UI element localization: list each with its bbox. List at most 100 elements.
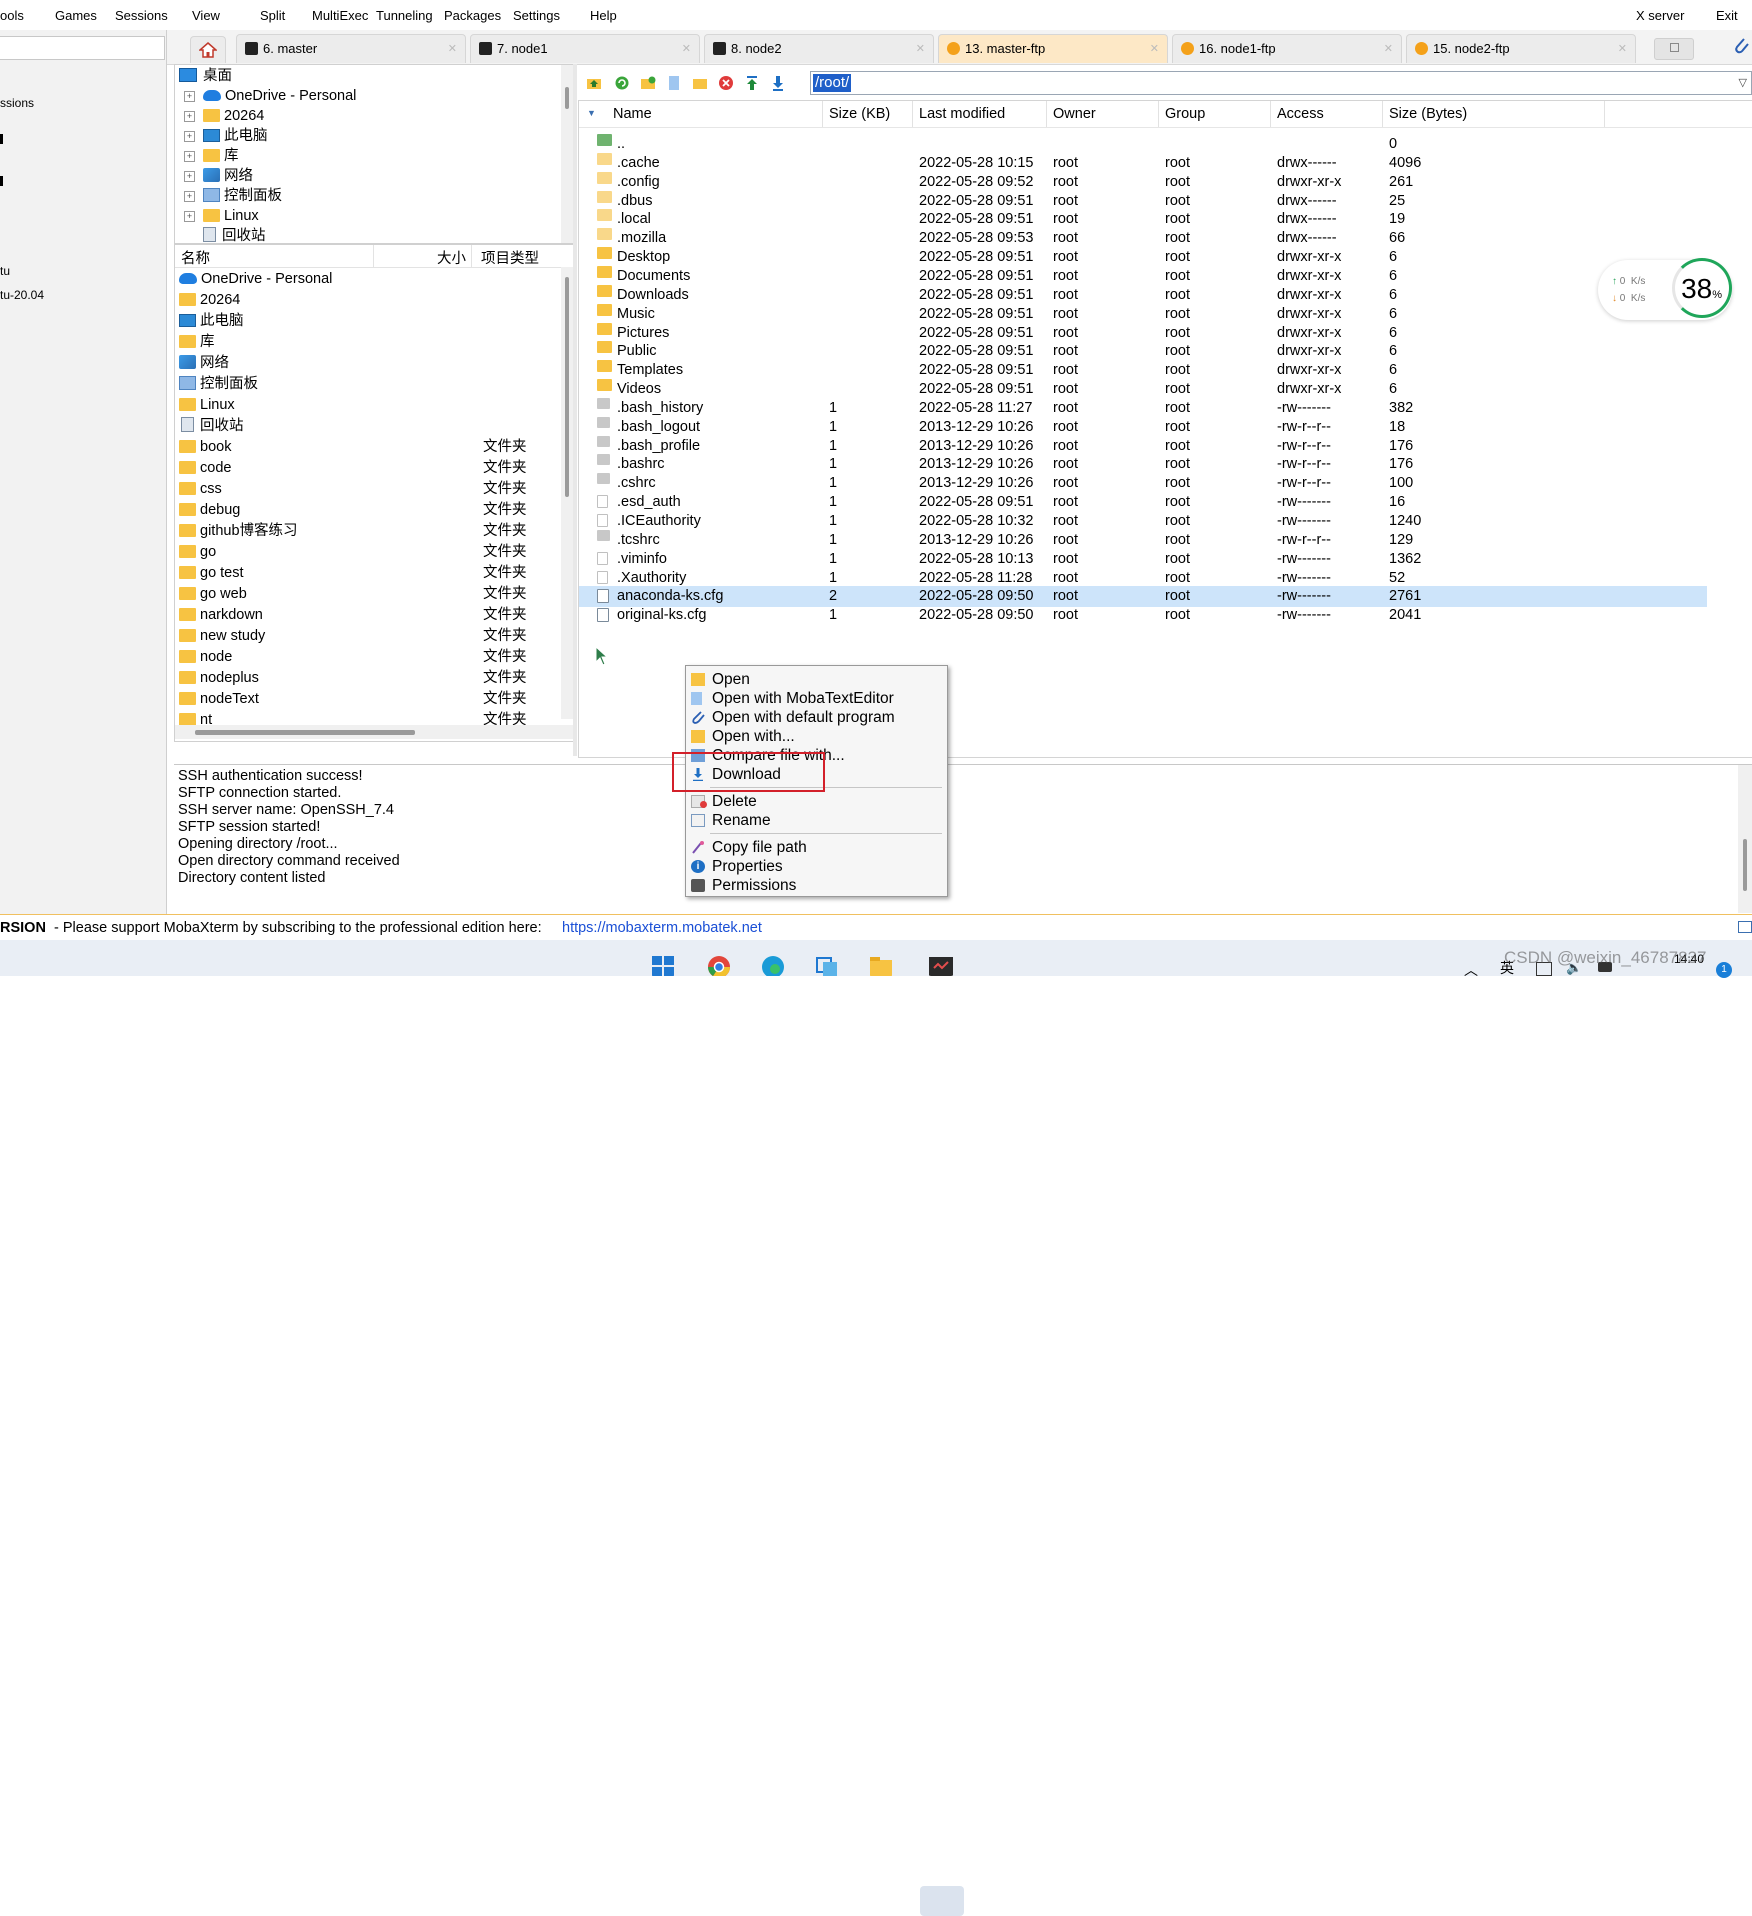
header-size-bytes[interactable]: Size (Bytes) xyxy=(1383,101,1605,127)
header-owner[interactable]: Owner xyxy=(1047,101,1159,127)
remote-file-row[interactable]: .bash_profile 1 2013-12-29 10:26 root root -r… xyxy=(579,435,1707,457)
monitor-icon[interactable] xyxy=(1738,921,1752,933)
local-list-item[interactable]: go web 文件夹 xyxy=(179,584,569,605)
chrome-icon[interactable] xyxy=(706,954,732,976)
expand-icon[interactable]: + xyxy=(184,131,195,142)
menu-view[interactable]: View xyxy=(192,8,220,23)
windows-start-icon[interactable] xyxy=(650,954,676,976)
mobaxterm-link[interactable]: https://mobaxterm.mobatek.net xyxy=(562,920,762,936)
scrollbar-thumb[interactable] xyxy=(565,87,569,109)
local-list-item[interactable]: book 文件夹 xyxy=(179,437,569,458)
menu-split[interactable]: Split xyxy=(260,8,285,23)
pane-splitter[interactable] xyxy=(573,64,577,756)
menu-item-properties[interactable]: i Properties xyxy=(686,857,947,876)
remote-file-row[interactable]: .bash_logout 1 2013-12-29 10:26 root root -rw… xyxy=(579,416,1707,438)
new-tab-button[interactable] xyxy=(1654,38,1694,60)
menu-item-rename[interactable]: Rename xyxy=(686,811,947,830)
expand-icon[interactable]: + xyxy=(184,111,195,122)
menu-settings[interactable]: Settings xyxy=(513,8,560,23)
upload-icon[interactable] xyxy=(744,75,760,91)
header-group[interactable]: Group xyxy=(1159,101,1271,127)
parent-folder-icon[interactable] xyxy=(586,75,602,91)
header-size[interactable]: 大小 xyxy=(437,247,466,268)
remote-file-row[interactable]: anaconda-ks.cfg 2 2022-05-28 09:50 root root… xyxy=(579,586,1707,608)
chevron-down-icon[interactable]: ▽ xyxy=(1739,76,1747,89)
local-list-item[interactable]: node 文件夹 xyxy=(179,647,569,668)
log-scrollbar[interactable] xyxy=(1738,765,1752,913)
menu-item-open-with[interactable]: Open with... xyxy=(686,727,947,746)
local-list-item[interactable]: 控制面板 xyxy=(179,374,569,395)
remote-file-row[interactable]: .cshrc 1 2013-12-29 10:26 root root -rw-r--r-… xyxy=(579,473,1707,494)
menu-games[interactable]: Games xyxy=(55,8,97,23)
remote-file-row[interactable]: .ICEauthority 1 2022-05-28 10:32 root root -r… xyxy=(579,511,1707,532)
remote-file-row[interactable]: .tcshrc 1 2013-12-29 10:26 root root -rw-r--r… xyxy=(579,529,1707,551)
tab-node1-ftp[interactable]: 16. node1-ftp ✕ xyxy=(1172,34,1402,63)
scrollbar-thumb[interactable] xyxy=(1743,839,1747,891)
remote-file-row[interactable]: Templates 2022-05-28 09:51 root root drwxr-x… xyxy=(579,360,1707,381)
new-folder-icon[interactable] xyxy=(640,75,656,91)
expand-icon[interactable]: + xyxy=(184,151,195,162)
delete-icon[interactable] xyxy=(718,75,734,91)
edge-icon[interactable] xyxy=(760,954,786,976)
scrollbar-thumb[interactable] xyxy=(195,730,415,735)
header-name[interactable]: Name xyxy=(607,101,823,127)
tree-item-control-panel[interactable]: + 控制面板 xyxy=(175,186,282,206)
local-list-vscrollbar[interactable] xyxy=(561,267,573,719)
tree-item-network[interactable]: + 网络 xyxy=(175,166,253,186)
sidebar-item-ubuntu[interactable]: tu xyxy=(0,264,10,278)
tree-item-20264[interactable]: +20264 xyxy=(175,106,264,126)
tab-master-ftp[interactable]: 13. master-ftp ✕ xyxy=(938,34,1168,63)
menu-exit[interactable]: Exit xyxy=(1716,8,1738,23)
sidebar-item-sessions[interactable]: ssions xyxy=(0,96,34,110)
sidebar-item-ubuntu-2004[interactable]: tu-20.04 xyxy=(0,288,44,302)
tab-node2[interactable]: 8. node2 ✕ xyxy=(704,34,934,63)
local-list-item[interactable]: 库 xyxy=(179,332,569,353)
local-list-item[interactable]: go 文件夹 xyxy=(179,542,569,563)
home-tab[interactable] xyxy=(190,36,226,63)
expand-icon[interactable]: + xyxy=(184,91,195,102)
close-icon[interactable]: ✕ xyxy=(1618,35,1627,63)
remote-file-row[interactable]: Desktop 2022-05-28 09:51 root root drwxr-xr-… xyxy=(579,247,1707,268)
remote-file-row[interactable]: .viminfo 1 2022-05-28 10:13 root root -rw----… xyxy=(579,549,1707,570)
menu-xserver[interactable]: X server xyxy=(1636,8,1684,23)
remote-file-row[interactable]: Videos 2022-05-28 09:51 root root drwxr-xr-x… xyxy=(579,379,1707,400)
tree-item-recycle-bin[interactable]: 回收站 xyxy=(175,226,266,243)
remote-file-row[interactable]: .bash_history 1 2022-05-28 11:27 root root -r… xyxy=(579,397,1707,419)
header-last-modified[interactable]: Last modified xyxy=(913,101,1047,127)
header-name[interactable]: 名称 xyxy=(181,247,210,268)
tree-item-library[interactable]: + 库 xyxy=(175,146,239,166)
local-list-item[interactable]: narkdown 文件夹 xyxy=(179,605,569,626)
tab-node1[interactable]: 7. node1 ✕ xyxy=(470,34,700,63)
expand-icon[interactable]: + xyxy=(184,191,195,202)
open-folder-icon[interactable] xyxy=(692,75,708,91)
local-list-item[interactable]: nodeText 文件夹 xyxy=(179,689,569,710)
download-icon[interactable] xyxy=(770,75,786,91)
menu-packages[interactable]: Packages xyxy=(444,8,501,23)
tree-scrollbar[interactable] xyxy=(561,65,573,243)
local-list-item[interactable]: github博客练习 文件夹 xyxy=(179,521,569,542)
menu-item-open-with-default-program[interactable]: Open with default program xyxy=(686,708,947,727)
tab-node2-ftp[interactable]: 15. node2-ftp ✕ xyxy=(1406,34,1636,63)
menu-help[interactable]: Help xyxy=(590,8,617,23)
header-type[interactable]: 项目类型 xyxy=(481,247,539,268)
local-list-item[interactable]: new study 文件夹 xyxy=(179,626,569,647)
local-list-item[interactable]: debug 文件夹 xyxy=(179,500,569,521)
paperclip-icon[interactable] xyxy=(1732,36,1750,56)
close-icon[interactable]: ✕ xyxy=(1384,35,1393,63)
local-list-item[interactable]: nodeplus 文件夹 xyxy=(179,668,569,689)
remote-file-row[interactable]: .local 2022-05-28 09:51 root root drwx------… xyxy=(579,209,1707,230)
local-list-item[interactable]: 此电脑 xyxy=(179,311,569,332)
expand-icon[interactable]: + xyxy=(184,171,195,182)
close-icon[interactable]: ✕ xyxy=(1150,35,1159,63)
tray-chevron-icon[interactable]: ︿ xyxy=(1464,960,1478,980)
menu-tunneling[interactable]: Tunneling xyxy=(376,8,433,23)
new-file-icon[interactable] xyxy=(666,75,682,91)
remote-file-row[interactable]: .Xauthority 1 2022-05-28 11:28 root root -rw-… xyxy=(579,568,1707,589)
file-explorer-icon[interactable] xyxy=(868,954,894,976)
menu-item-open[interactable]: Open xyxy=(686,670,947,689)
remote-path-input[interactable]: /root/ ▽ xyxy=(810,71,1752,95)
menu-sessions[interactable]: Sessions xyxy=(115,8,168,23)
remote-file-row[interactable]: Public 2022-05-28 09:51 root root drwxr-xr-x… xyxy=(579,341,1707,362)
local-list-item[interactable]: 回收站 xyxy=(179,416,569,437)
tree-item-desktop[interactable]: 桌面 xyxy=(179,66,232,86)
